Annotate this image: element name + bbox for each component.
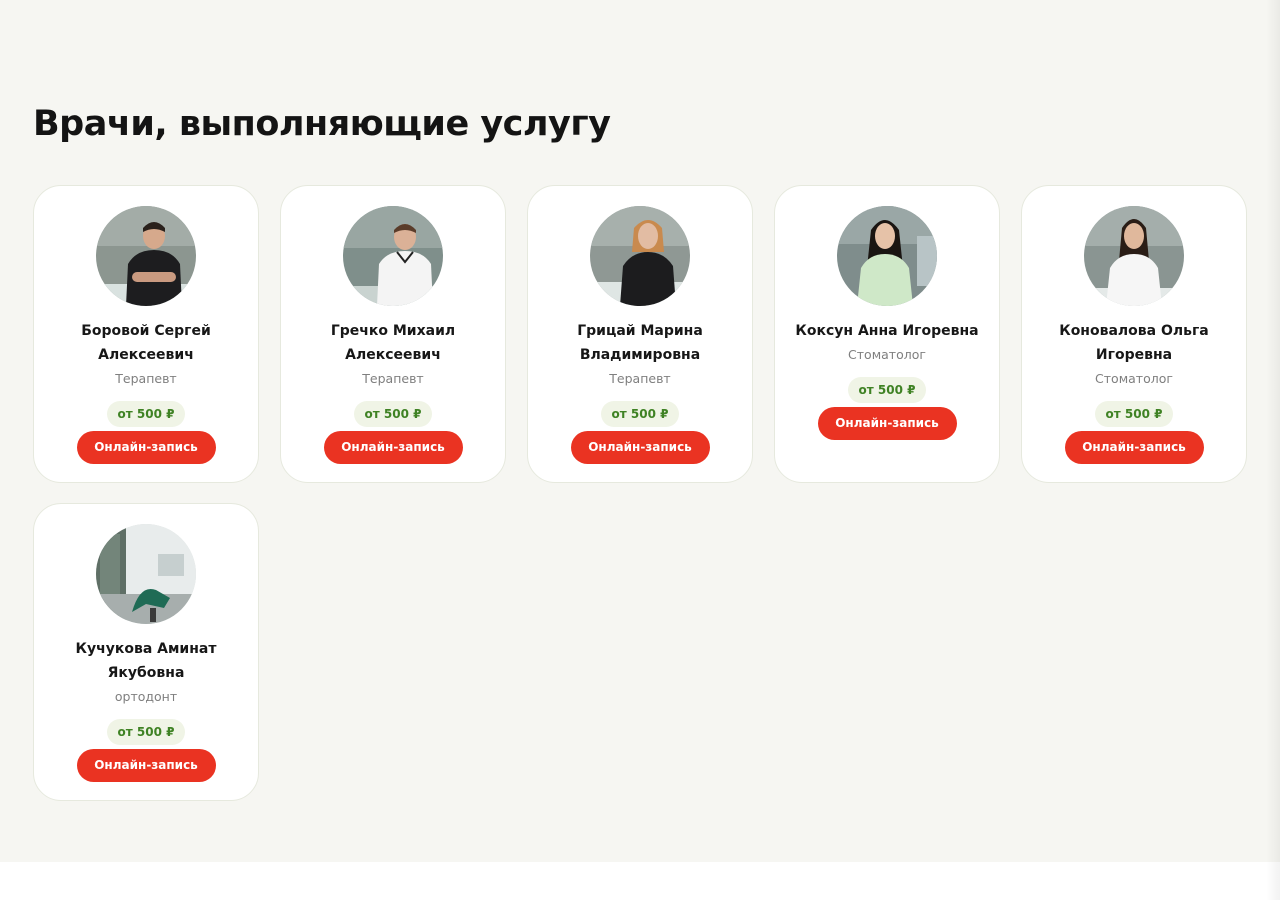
price-badge: от 500 ₽	[600, 401, 680, 427]
doctor-photo[interactable]	[343, 206, 443, 306]
price-badge: от 500 ₽	[106, 719, 186, 745]
doctors-grid: Боровой Сергей Алексеевич Терапевт от 50…	[33, 185, 1248, 801]
price-badge: от 500 ₽	[106, 401, 186, 427]
doctor-photo[interactable]	[1084, 206, 1184, 306]
doctor-card: Боровой Сергей Алексеевич Терапевт от 50…	[33, 185, 259, 483]
doctor-name: Коновалова Ольга Игоревна	[1059, 323, 1209, 363]
doctor-name: Коксун Анна Игоревна	[795, 323, 979, 339]
doctor-card: Коновалова Ольга Игоревна Стоматолог от …	[1021, 185, 1247, 483]
doctor-role: Терапевт	[115, 371, 177, 386]
doctor-photo[interactable]	[837, 206, 937, 306]
price-badge: от 500 ₽	[353, 401, 433, 427]
doctor-photo[interactable]	[590, 206, 690, 306]
doctor-role: Стоматолог	[1095, 371, 1173, 386]
online-booking-button[interactable]: Онлайн-запись	[323, 431, 463, 464]
doctor-name: Кучукова Аминат Якубовна	[75, 641, 217, 681]
doctor-role: ортодонт	[114, 689, 178, 704]
price-badge: от 500 ₽	[847, 377, 927, 403]
doctor-card: Гречко Михаил Алексеевич Терапевт от 500…	[280, 185, 506, 483]
doctor-name: Гречко Михаил Алексеевич	[330, 323, 456, 363]
clinic-room-photo[interactable]	[96, 524, 196, 624]
doctor-name: Боровой Сергей Алексеевич	[81, 323, 211, 363]
doctors-section: Врачи, выполняющие услугу Боровой Сергей…	[0, 0, 1280, 862]
doctor-role: Стоматолог	[848, 347, 926, 362]
price-badge: от 500 ₽	[1094, 401, 1174, 427]
doctor-photo[interactable]	[96, 206, 196, 306]
doctor-role: Терапевт	[362, 371, 424, 386]
online-booking-button[interactable]: Онлайн-запись	[1064, 431, 1204, 464]
doctor-role: Терапевт	[609, 371, 671, 386]
online-booking-button[interactable]: Онлайн-запись	[76, 431, 216, 464]
online-booking-button[interactable]: Онлайн-запись	[817, 407, 957, 440]
doctor-card: Кучукова Аминат Якубовна ортодонт от 500…	[33, 503, 259, 801]
online-booking-button[interactable]: Онлайн-запись	[570, 431, 710, 464]
doctor-name: Грицай Марина Владимировна	[577, 323, 703, 363]
section-title: Врачи, выполняющие услугу	[33, 104, 611, 144]
doctor-card: Коксун Анна Игоревна Стоматолог от 500 ₽…	[774, 185, 1000, 483]
doctor-card: Грицай Марина Владимировна Терапевт от 5…	[527, 185, 753, 483]
online-booking-button[interactable]: Онлайн-запись	[76, 749, 216, 782]
